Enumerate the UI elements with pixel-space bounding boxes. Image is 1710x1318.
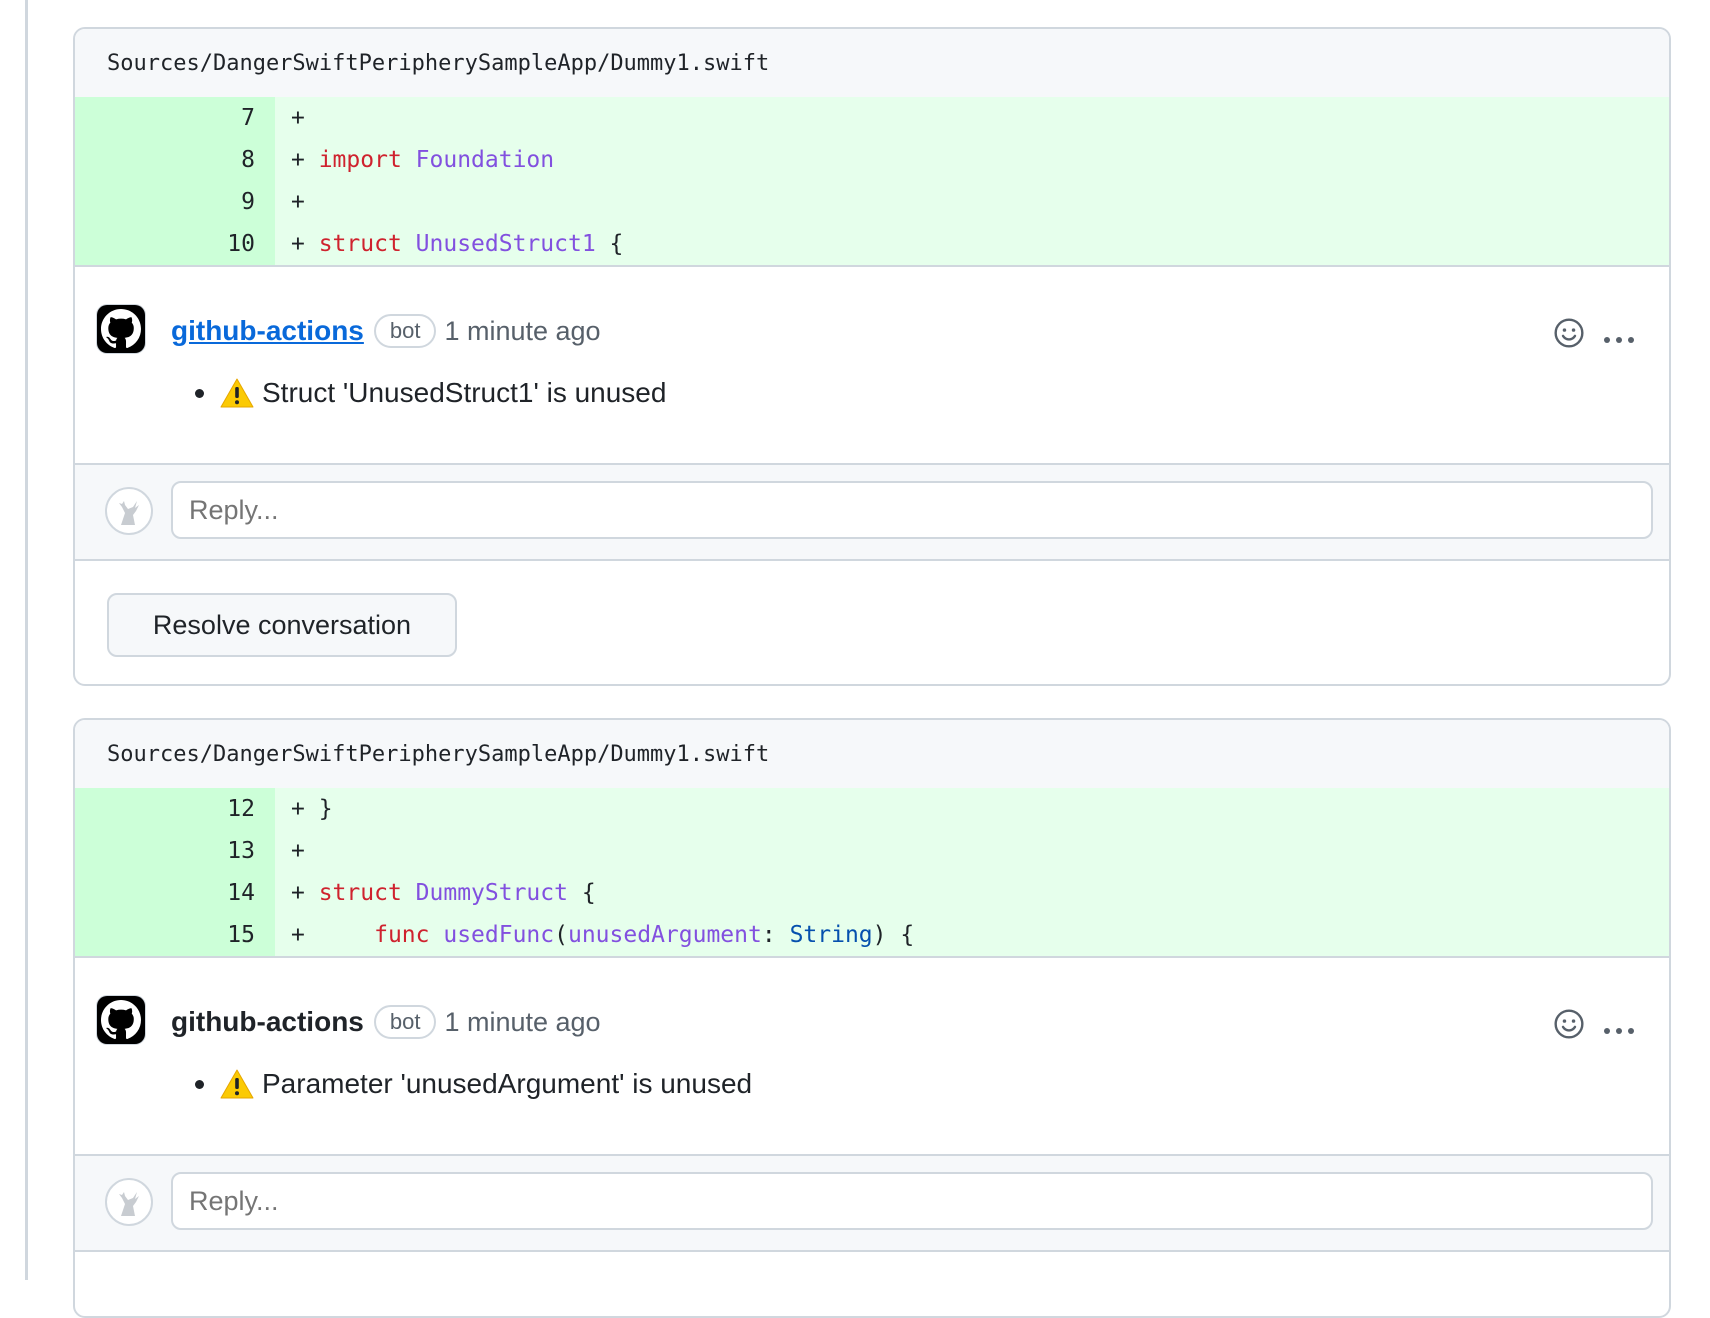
timeline-line (25, 0, 28, 1280)
reply-input[interactable] (171, 481, 1653, 539)
diff-line: 10 + struct UnusedStruct1 { (75, 223, 1669, 265)
line-number: 7 (75, 97, 275, 139)
comment-text: Parameter 'unusedArgument' is unused (262, 1068, 753, 1099)
line-number: 15 (75, 914, 275, 956)
github-mark-icon[interactable] (97, 305, 145, 353)
comment-body: Struct 'UnusedStruct1' is unused (195, 377, 666, 409)
diff-line: 12 + } (75, 788, 1669, 830)
line-number: 13 (75, 830, 275, 872)
diff-line: 13 + (75, 830, 1669, 872)
code-line: + func usedFunc(unusedArgument: String) … (275, 914, 1669, 956)
list-bullet (195, 1079, 204, 1089)
code-line: + struct UnusedStruct1 { (275, 223, 1669, 265)
line-number: 8 (75, 139, 275, 181)
comment-header: github-actions bot 1 minute ago (171, 311, 601, 351)
author-link[interactable]: github-actions (171, 1006, 364, 1038)
code-line: + } (275, 788, 1669, 830)
diff-line: 8 + import Foundation (75, 139, 1669, 181)
timestamp[interactable]: 1 minute ago (444, 1007, 600, 1038)
comment-actions (1553, 1008, 1635, 1045)
diff-line: 9 + (75, 181, 1669, 223)
review-comment: github-actions bot 1 minute ago Struct '… (75, 267, 1669, 465)
reply-area (75, 465, 1669, 561)
comment-header: github-actions bot 1 minute ago (171, 1002, 601, 1042)
warning-icon (220, 378, 254, 408)
bot-badge: bot (373, 1005, 437, 1039)
kebab-horizontal-icon[interactable] (1603, 1017, 1635, 1037)
user-avatar (105, 1178, 153, 1226)
author-link[interactable]: github-actions (171, 315, 364, 347)
diff-line: 14 + struct DummyStruct { (75, 872, 1669, 914)
reply-input[interactable] (171, 1172, 1653, 1230)
file-path: Sources/DangerSwiftPeripherySampleApp/Du… (107, 741, 770, 767)
diff-hunk: 7 + 8 + import Foundation 9 + 10 + struc… (75, 97, 1669, 267)
file-path: Sources/DangerSwiftPeripherySampleApp/Du… (107, 50, 770, 76)
timestamp[interactable]: 1 minute ago (444, 316, 600, 347)
file-path-header: Sources/DangerSwiftPeripherySampleApp/Du… (75, 720, 1669, 788)
user-avatar (105, 487, 153, 535)
code-line: + struct DummyStruct { (275, 872, 1669, 914)
reply-area (75, 1156, 1669, 1252)
github-mark-icon[interactable] (97, 996, 145, 1044)
code-line: + (275, 97, 1669, 139)
file-path-header: Sources/DangerSwiftPeripherySampleApp/Du… (75, 29, 1669, 97)
code-line: + (275, 830, 1669, 872)
resolve-conversation-button[interactable]: Resolve conversation (107, 593, 457, 657)
kebab-horizontal-icon[interactable] (1603, 326, 1635, 346)
line-number: 14 (75, 872, 275, 914)
smiley-icon[interactable] (1553, 1008, 1585, 1045)
diff-hunk: 12 + } 13 + 14 + struct DummyStruct { 15… (75, 788, 1669, 958)
diff-line: 7 + (75, 97, 1669, 139)
comment-text: Struct 'UnusedStruct1' is unused (262, 377, 667, 408)
smiley-icon[interactable] (1553, 317, 1585, 354)
bot-badge: bot (373, 314, 437, 348)
list-bullet (195, 388, 204, 398)
review-thread: Sources/DangerSwiftPeripherySampleApp/Du… (73, 718, 1671, 1318)
diff-line: 15 + func usedFunc(unusedArgument: Strin… (75, 914, 1669, 956)
line-number: 9 (75, 181, 275, 223)
comment-actions (1553, 317, 1635, 354)
warning-icon (220, 1069, 254, 1099)
line-number: 10 (75, 223, 275, 265)
code-line: + import Foundation (275, 139, 1669, 181)
code-line: + (275, 181, 1669, 223)
review-comment: github-actions bot 1 minute ago Paramete… (75, 958, 1669, 1156)
review-thread: Sources/DangerSwiftPeripherySampleApp/Du… (73, 27, 1671, 686)
resolve-area: Resolve conversation (75, 561, 1669, 684)
comment-body: Parameter 'unusedArgument' is unused (195, 1068, 752, 1100)
line-number: 12 (75, 788, 275, 830)
